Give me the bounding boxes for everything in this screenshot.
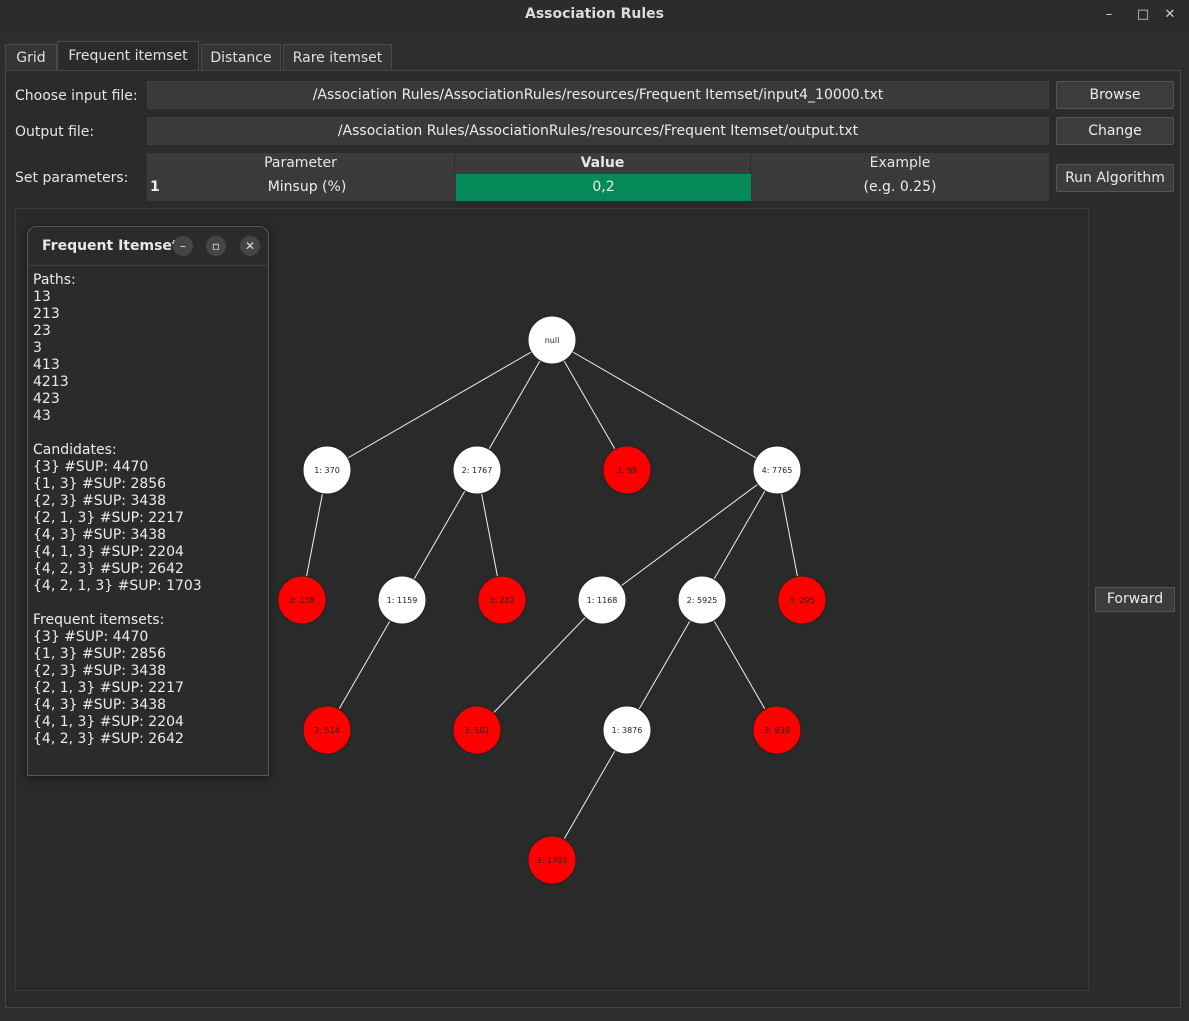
candidate-item: {1, 3} #SUP: 2856 [33,476,167,492]
tree-node-n4[interactable]: 4: 7765 [752,445,802,495]
candidate-item: {2, 1, 3} #SUP: 2217 [33,510,184,526]
tree-node-label: 1: 370 [314,466,340,475]
frequent-itemset-item: {4, 3} #SUP: 3438 [33,697,167,713]
candidate-item: {3} #SUP: 4470 [33,459,149,475]
tree-node-n21[interactable]: 1: 1159 [377,575,427,625]
paths-list: 13 213 23 3 413 4213 423 43 [33,289,268,425]
tree-node-n3[interactable]: 3: 98 [602,445,652,495]
tree-node-label: null [545,336,560,345]
tree-node-n23[interactable]: 3: 282 [477,575,527,625]
tree-node-label: 3: 501 [464,726,490,735]
path-item: 13 [33,289,51,305]
tree-node-label: 1: 1168 [587,596,618,605]
forward-button[interactable]: Forward [1095,587,1175,612]
panel-maximize-icon[interactable]: ▫ [206,236,226,256]
tree-node-n423[interactable]: 3: 939 [752,705,802,755]
path-item: 423 [33,391,60,407]
cell-parameter[interactable]: Minsup (%) [159,174,455,201]
tab-distance[interactable]: Distance [201,44,281,70]
tree-edge [551,339,778,471]
tree-node-label: 3: 1703 [537,856,568,865]
tree-node-n213[interactable]: 3: 514 [302,705,352,755]
candidates-heading: Candidates: [33,442,117,458]
maximize-icon[interactable]: □ [1132,5,1154,25]
frequent-list: {3} #SUP: 4470 {1, 3} #SUP: 2856 {2, 3} #S… [33,629,268,748]
panel-body: Paths: 13 213 23 3 413 4213 423 43 Candidates: … [28,266,268,748]
frequent-itemset-item: {3} #SUP: 4470 [33,629,149,645]
minimize-icon[interactable]: – [1098,5,1120,25]
parameters-table: Parameter Value Example 1 Minsup (%) 0,2… [147,153,1049,201]
change-button[interactable]: Change [1056,117,1174,145]
parameters-label: Set parameters: [15,170,129,186]
candidate-item: {2, 3} #SUP: 3438 [33,493,167,509]
panel-close-icon[interactable]: ✕ [240,236,260,256]
tree-edge [326,339,553,471]
tree-node-label: 3: 282 [489,596,515,605]
frequent-itemset-item: {2, 3} #SUP: 3438 [33,663,167,679]
column-header-parameter[interactable]: Parameter [147,153,455,174]
tree-node-n1[interactable]: 1: 370 [302,445,352,495]
tree-node-label: 1: 1159 [387,596,418,605]
path-item: 43 [33,408,51,424]
browse-button[interactable]: Browse [1056,81,1174,109]
close-icon[interactable]: ✕ [1159,5,1181,25]
candidate-item: {4, 3} #SUP: 3438 [33,527,167,543]
run-algorithm-button[interactable]: Run Algorithm [1056,164,1174,192]
path-item: 3 [33,340,42,356]
title-bar: Association Rules – □ ✕ [0,0,1189,31]
path-item: 213 [33,306,60,322]
tree-node-n413[interactable]: 3: 501 [452,705,502,755]
cell-example[interactable]: (e.g. 0.25) [751,174,1049,201]
column-header-value[interactable]: Value [455,153,751,174]
frequent-itemset-window[interactable]: Frequent Itemset – ▫ ✕ Paths: 13 213 23 3 41… [27,226,269,776]
tree-node-root[interactable]: null [527,315,577,365]
tree-node-label: 4: 7765 [762,466,793,475]
tree-node-n4213[interactable]: 3: 1703 [527,835,577,885]
tree-node-label: 3: 939 [764,726,790,735]
tree-node-n42[interactable]: 2: 5925 [677,575,727,625]
tree-node-label: 2: 5925 [687,596,718,605]
frequent-itemset-item: {1, 3} #SUP: 2856 [33,646,167,662]
tree-node-n421[interactable]: 1: 3876 [602,705,652,755]
tab-frequent-itemset[interactable]: Frequent itemset [57,41,199,70]
tree-node-label: 2: 1767 [462,466,493,475]
frequent-itemset-item: {4, 1, 3} #SUP: 2204 [33,714,184,730]
path-item: 413 [33,357,60,373]
frequent-itemset-item: {4, 2, 3} #SUP: 2642 [33,731,184,747]
path-item: 23 [33,323,51,339]
output-file-label: Output file: [15,124,95,140]
candidate-item: {4, 2, 3} #SUP: 2642 [33,561,184,577]
tree-node-n13[interactable]: 3: 138 [277,575,327,625]
paths-heading: Paths: [33,272,76,288]
tree-node-n43[interactable]: 3: 295 [777,575,827,625]
tab-grid[interactable]: Grid [5,44,57,70]
panel-minimize-icon[interactable]: – [173,236,193,256]
path-item: 4213 [33,374,69,390]
tree-node-n2[interactable]: 2: 1767 [452,445,502,495]
candidate-item: {4, 1, 3} #SUP: 2204 [33,544,184,560]
tree-node-label: 3: 138 [289,596,315,605]
tab-rare-itemset[interactable]: Rare itemset [283,44,392,70]
candidates-list: {3} #SUP: 4470 {1, 3} #SUP: 2856 {2, 3} #S… [33,459,268,595]
input-file-field[interactable]: /Association Rules/AssociationRules/reso… [147,81,1049,109]
tree-node-label: 3: 295 [789,596,815,605]
column-header-example[interactable]: Example [751,153,1049,174]
cell-value[interactable]: 0,2 [456,174,751,201]
tree-node-label: 3: 98 [617,466,638,475]
input-file-label: Choose input file: [15,88,138,104]
output-file-field[interactable]: /Association Rules/AssociationRules/reso… [147,117,1049,145]
frequent-itemset-item: {2, 1, 3} #SUP: 2217 [33,680,184,696]
tree-node-label: 3: 514 [314,726,340,735]
window-title: Association Rules [525,6,664,22]
tree-node-label: 1: 3876 [612,726,643,735]
panel-title: Frequent Itemset [42,238,179,254]
frequent-heading: Frequent itemsets: [33,612,165,628]
panel-header[interactable]: Frequent Itemset – ▫ ✕ [28,227,268,266]
tree-node-n41[interactable]: 1: 1168 [577,575,627,625]
candidate-item: {4, 2, 1, 3} #SUP: 1703 [33,578,202,594]
